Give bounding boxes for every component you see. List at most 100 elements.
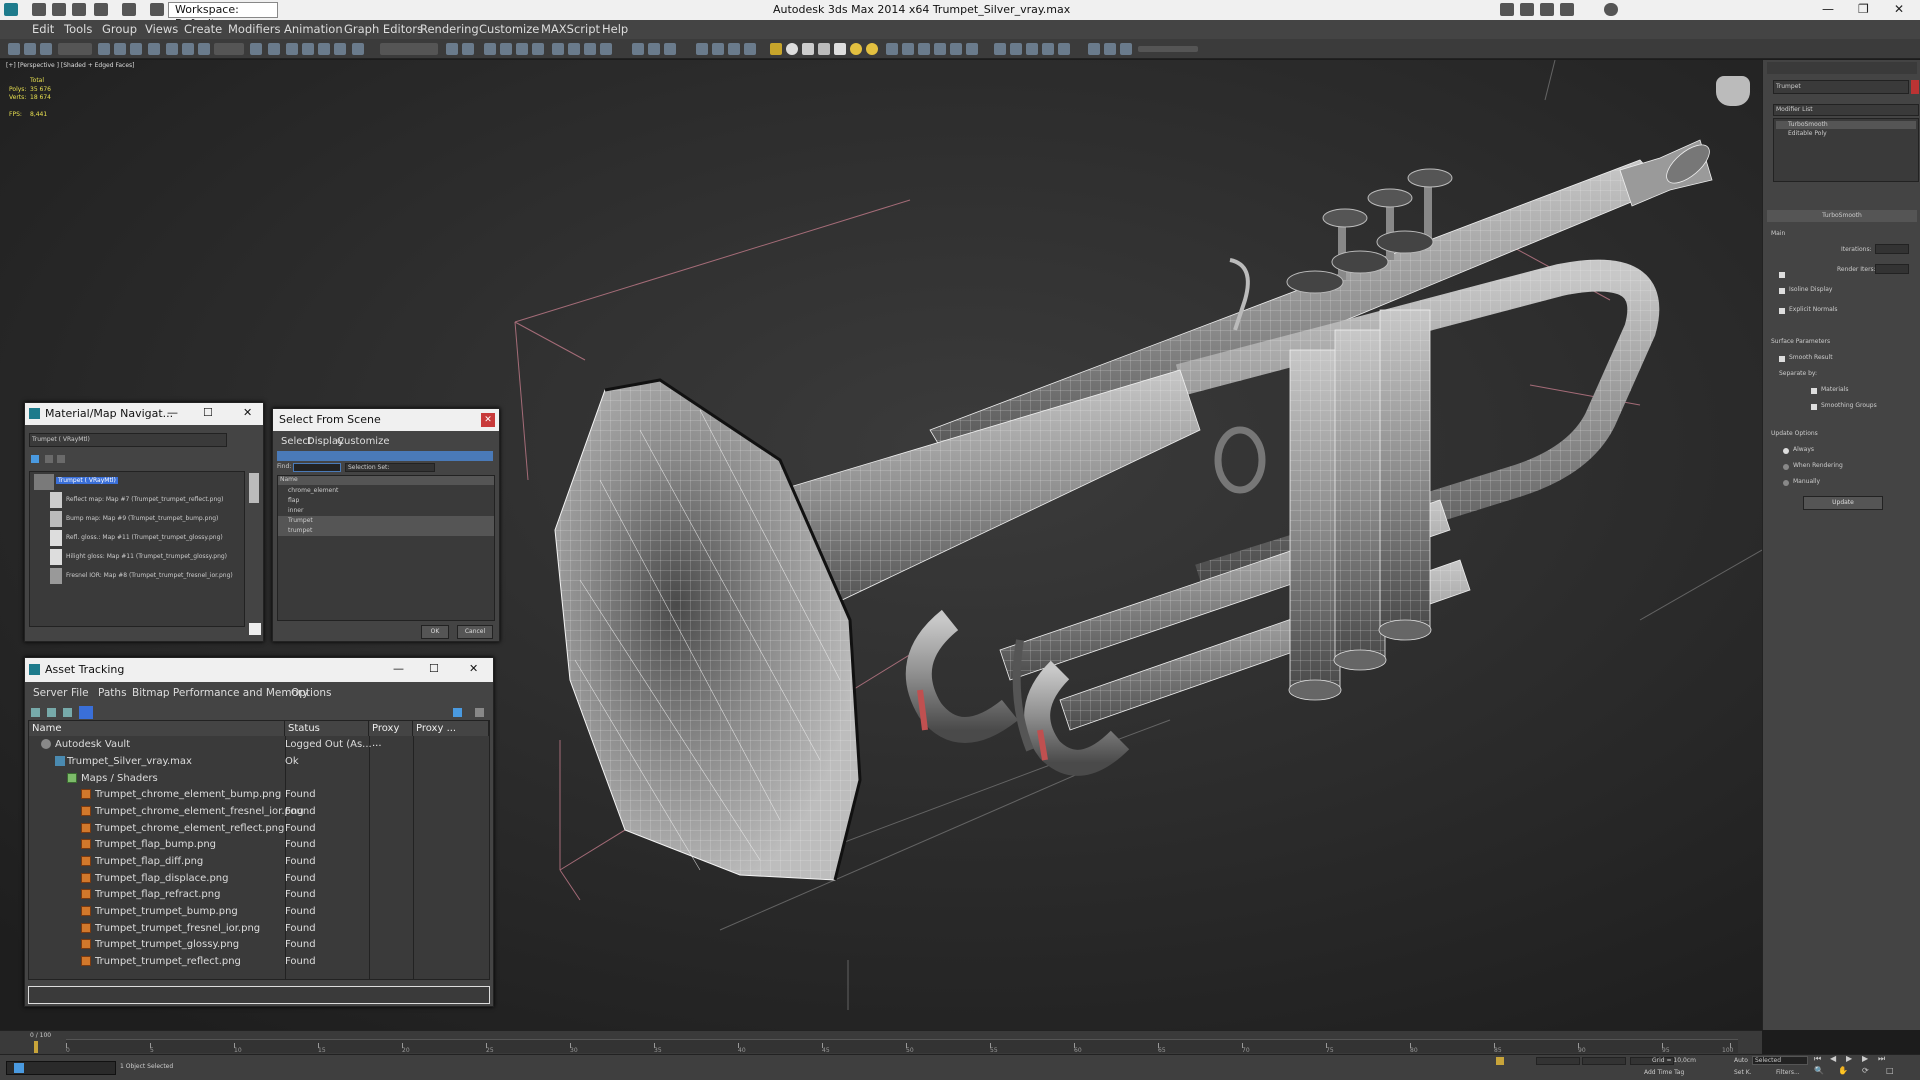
materials-checkbox[interactable] bbox=[1811, 388, 1817, 394]
close-icon[interactable]: ✕ bbox=[469, 662, 478, 675]
table-row[interactable]: Trumpet_trumpet_reflect.png Found bbox=[29, 954, 489, 970]
hierarchy-icon[interactable] bbox=[1010, 43, 1022, 55]
menu-server[interactable]: Server bbox=[33, 687, 67, 699]
list-item[interactable]: inner bbox=[288, 507, 303, 514]
table-view-icon[interactable] bbox=[79, 706, 93, 719]
helper-icon[interactable] bbox=[902, 43, 914, 55]
help-icon[interactable] bbox=[1604, 3, 1618, 16]
ok-button[interactable]: OK bbox=[421, 625, 449, 639]
list-item[interactable]: chrome_element bbox=[288, 487, 338, 494]
minimize-icon[interactable]: — bbox=[1822, 2, 1834, 16]
manually-radio[interactable] bbox=[1783, 480, 1789, 486]
minimize-icon[interactable]: — bbox=[167, 406, 178, 419]
key-icon[interactable] bbox=[1540, 3, 1554, 16]
menu-customize[interactable]: Customize bbox=[479, 22, 539, 36]
table-row[interactable]: Trumpet_chrome_element_fresnel_ior.png F… bbox=[29, 804, 489, 820]
named-selection-dropdown[interactable] bbox=[380, 43, 438, 55]
list-item[interactable]: Trumpet bbox=[288, 517, 313, 524]
unlink-icon[interactable] bbox=[24, 43, 36, 55]
spinner-snap-icon[interactable] bbox=[334, 43, 346, 55]
asset-path-field[interactable] bbox=[28, 986, 490, 1004]
close-icon[interactable]: ✕ bbox=[243, 406, 252, 419]
small-icons-view-icon[interactable] bbox=[45, 455, 53, 463]
rect-selection-icon[interactable] bbox=[130, 43, 142, 55]
save-file-icon[interactable] bbox=[72, 3, 86, 16]
go-to-end-icon[interactable]: ⏭ bbox=[1878, 1054, 1885, 1064]
viewport-label[interactable]: [+] [Perspective ] [Shaded + Edged Faces… bbox=[6, 62, 135, 69]
material-name-field[interactable]: Trumpet ( VRayMtl) bbox=[29, 433, 227, 447]
smoothing-groups-checkbox[interactable] bbox=[1811, 404, 1817, 410]
cancel-button[interactable]: Cancel bbox=[457, 625, 493, 639]
y-coordinate-field[interactable] bbox=[1582, 1057, 1626, 1065]
explicit-normals-checkbox[interactable] bbox=[1779, 308, 1785, 314]
menu-create[interactable]: Create bbox=[184, 22, 222, 36]
help-icon[interactable] bbox=[453, 708, 462, 717]
create-cone-icon[interactable] bbox=[834, 43, 846, 55]
x-coordinate-field[interactable] bbox=[1536, 1057, 1580, 1065]
menu-modifiers[interactable]: Modifiers bbox=[228, 22, 281, 36]
move-icon[interactable] bbox=[166, 43, 178, 55]
search-icon[interactable] bbox=[1520, 3, 1534, 16]
vray-frame-buffer-icon[interactable] bbox=[664, 43, 676, 55]
material-editor-icon[interactable] bbox=[552, 43, 564, 55]
link-icon[interactable] bbox=[8, 43, 20, 55]
binoculars-icon[interactable] bbox=[1500, 3, 1514, 16]
find-input[interactable] bbox=[293, 463, 341, 472]
camera-icon[interactable] bbox=[1088, 43, 1100, 55]
menu-tools[interactable]: Tools bbox=[64, 22, 92, 36]
graphite-toggle-icon[interactable] bbox=[500, 43, 512, 55]
vray-icon[interactable] bbox=[632, 43, 644, 55]
menu-views[interactable]: Views bbox=[145, 22, 178, 36]
new-file-icon[interactable] bbox=[32, 3, 46, 16]
pin-icon[interactable] bbox=[475, 708, 484, 717]
object-name-field[interactable]: Trumpet bbox=[1773, 80, 1909, 94]
workspace-dropdown[interactable]: Workspace: Default bbox=[168, 2, 278, 30]
maximize-icon[interactable]: ☐ bbox=[203, 406, 213, 419]
select-scene-titlebar[interactable]: Select From Scene ✕ bbox=[273, 409, 499, 431]
undo-icon[interactable] bbox=[94, 3, 108, 16]
preview-toggle[interactable] bbox=[249, 623, 261, 635]
edit-named-selection-icon[interactable] bbox=[352, 43, 364, 55]
menu-customize[interactable]: Customize bbox=[337, 436, 390, 447]
tree-item-refl-gloss[interactable]: Refl. gloss.: Map #11 (Trumpet_trumpet_g… bbox=[66, 534, 223, 541]
large-icons-view-icon[interactable] bbox=[57, 455, 65, 463]
checkin-icon[interactable] bbox=[63, 708, 72, 717]
star-icon[interactable] bbox=[1560, 3, 1574, 16]
menu-animation[interactable]: Animation bbox=[284, 22, 343, 36]
list-item[interactable]: trumpet bbox=[288, 527, 312, 534]
close-icon[interactable]: ✕ bbox=[1894, 2, 1904, 16]
col-name[interactable]: Name bbox=[29, 721, 285, 736]
always-radio[interactable] bbox=[1783, 448, 1789, 454]
close-icon[interactable]: ✕ bbox=[481, 413, 495, 427]
table-row[interactable]: Trumpet_trumpet_fresnel_ior.png Found bbox=[29, 921, 489, 937]
maximize-icon[interactable]: ☐ bbox=[429, 662, 439, 675]
menu-graph-editors[interactable]: Graph Editors bbox=[344, 22, 423, 36]
vray-swatch-icon[interactable] bbox=[744, 43, 756, 55]
motion-icon[interactable] bbox=[1026, 43, 1038, 55]
render-iters-checkbox[interactable] bbox=[1779, 272, 1785, 278]
object-color-swatch[interactable] bbox=[1911, 80, 1919, 94]
stack-item-turbosmooth[interactable]: TurboSmooth bbox=[1776, 121, 1916, 129]
set-key-button[interactable]: Set K. bbox=[1734, 1069, 1752, 1076]
curve-editor-icon[interactable] bbox=[516, 43, 528, 55]
list-view-icon[interactable] bbox=[31, 455, 39, 463]
when-rendering-radio[interactable] bbox=[1783, 464, 1789, 470]
stack-item-editable-poly[interactable]: Editable Poly bbox=[1776, 130, 1827, 137]
playback-controls[interactable]: ⏮ ◀ ▶ ▶ ⏭ bbox=[1812, 1054, 1912, 1065]
asset-tracking-titlebar[interactable]: Asset Tracking — ☐ ✕ bbox=[25, 658, 493, 682]
table-row[interactable]: Autodesk Vault Logged Out (As... bbox=[29, 737, 489, 753]
render-iters-spinner[interactable] bbox=[1875, 264, 1909, 274]
menu-paths[interactable]: Paths bbox=[98, 687, 127, 699]
lasso-select-icon[interactable] bbox=[696, 43, 708, 55]
bind-spacewarp-icon[interactable] bbox=[40, 43, 52, 55]
column-name[interactable]: Name bbox=[278, 476, 494, 485]
table-row[interactable]: Trumpet_trumpet_bump.png Found bbox=[29, 904, 489, 920]
align-icon[interactable] bbox=[462, 43, 474, 55]
menu-help[interactable]: Help bbox=[602, 22, 628, 36]
snap-toggle-icon[interactable] bbox=[286, 43, 298, 55]
spacewarp-icon[interactable] bbox=[918, 43, 930, 55]
menu-maxscript[interactable]: MAXScript bbox=[541, 22, 600, 36]
go-to-start-icon[interactable]: ⏮ bbox=[1814, 1054, 1821, 1064]
menu-options[interactable]: Options bbox=[291, 687, 332, 699]
maximize-viewport-icon[interactable]: □ bbox=[1886, 1066, 1894, 1075]
